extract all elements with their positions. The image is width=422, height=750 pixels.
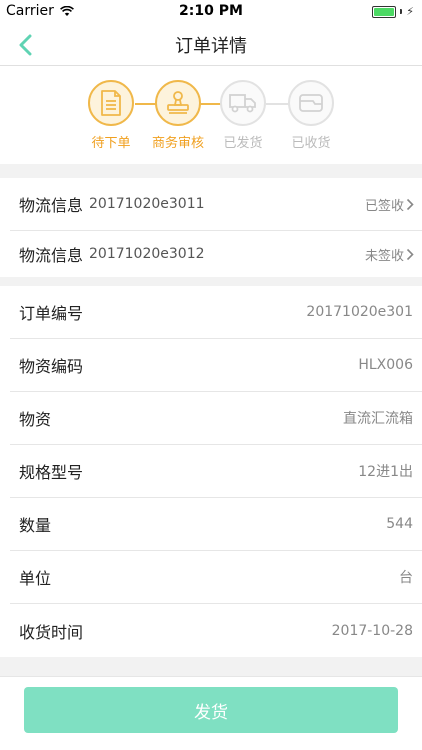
detail-value: 2017-10-28 — [331, 622, 413, 639]
order-details-group: 订单编号 20171020e301 物资编码 HLX006 物资 直流汇流箱 规… — [0, 286, 422, 657]
detail-value: 20171020e301 — [306, 304, 413, 320]
detail-value: 544 — [386, 516, 413, 532]
order-progress-steps: 待下单 商务审核 已发货 已收货 — [0, 66, 422, 164]
detail-label: 单位 — [19, 569, 52, 588]
status-right: ⚡ — [372, 5, 414, 18]
document-icon — [101, 90, 121, 116]
step-pending-order: 待下单 — [76, 80, 146, 151]
step-business-review: 商务审核 — [143, 80, 213, 151]
battery-icon — [372, 5, 397, 18]
logistics-row[interactable]: 物流信息 20171020e3012 未签收 — [10, 231, 422, 277]
logistics-status-text: 已签收 — [364, 198, 404, 214]
page-title: 订单详情 — [175, 36, 247, 57]
detail-value: 直流汇流箱 — [343, 411, 413, 427]
bottom-action-bar: 发货 — [0, 676, 422, 750]
logistics-code: 20171020e3012 — [89, 246, 205, 262]
logistics-group: 物流信息 20171020e3011 已签收 物流信息 20171020e301… — [0, 178, 422, 277]
step-label: 商务审核 — [151, 136, 204, 151]
detail-value: HLX006 — [358, 357, 413, 373]
step-label: 待下单 — [91, 136, 131, 151]
truck-icon — [229, 94, 256, 113]
detail-label: 物资 — [19, 410, 52, 429]
wallet-icon — [299, 94, 323, 112]
detail-label: 收货时间 — [19, 622, 84, 642]
detail-value: 12进1出 — [358, 464, 413, 480]
chevron-right-icon — [406, 198, 414, 210]
step-shipped: 已发货 — [208, 80, 278, 151]
ship-button[interactable]: 发货 — [24, 687, 398, 733]
detail-value: 台 — [399, 570, 413, 586]
detail-label: 物资编码 — [19, 357, 84, 376]
step-circle — [288, 80, 334, 126]
step-received: 已收货 — [276, 80, 346, 151]
detail-row-material: 物资 直流汇流箱 — [10, 392, 422, 445]
chevron-right-icon — [406, 248, 414, 260]
detail-label: 订单编号 — [19, 304, 84, 323]
step-circle — [155, 80, 201, 126]
stamp-icon — [167, 91, 189, 114]
logistics-label: 物流信息 — [19, 246, 84, 265]
detail-label: 数量 — [19, 516, 52, 535]
status-bar: Carrier 2:10 PM ⚡ — [0, 0, 422, 24]
logistics-code: 20171020e3011 — [89, 196, 205, 212]
status-time: 2:10 PM — [179, 3, 243, 19]
logistics-status: 已签收 — [365, 195, 414, 214]
detail-row-material-code: 物资编码 HLX006 — [10, 339, 422, 392]
step-circle — [88, 80, 134, 126]
navigation-bar: 订单详情 — [0, 24, 422, 66]
battery-tip — [400, 9, 403, 14]
logistics-label: 物流信息 — [19, 196, 84, 215]
detail-row-receive-time: 收货时间 2017-10-28 — [10, 604, 422, 657]
detail-row-quantity: 数量 544 — [10, 498, 422, 551]
logistics-status: 未签收 — [365, 245, 414, 264]
detail-label: 规格型号 — [19, 463, 84, 482]
step-label: 已发货 — [223, 136, 263, 151]
detail-row-spec-model: 规格型号 12进1出 — [10, 445, 422, 498]
logistics-status-text: 未签收 — [364, 248, 404, 264]
detail-row-order-number: 订单编号 20171020e301 — [10, 286, 422, 339]
charging-icon: ⚡ — [406, 5, 414, 18]
detail-row-unit: 单位 台 — [10, 551, 422, 604]
step-circle — [220, 80, 266, 126]
logistics-row[interactable]: 物流信息 20171020e3011 已签收 — [10, 178, 422, 231]
step-label: 已收货 — [291, 136, 331, 151]
